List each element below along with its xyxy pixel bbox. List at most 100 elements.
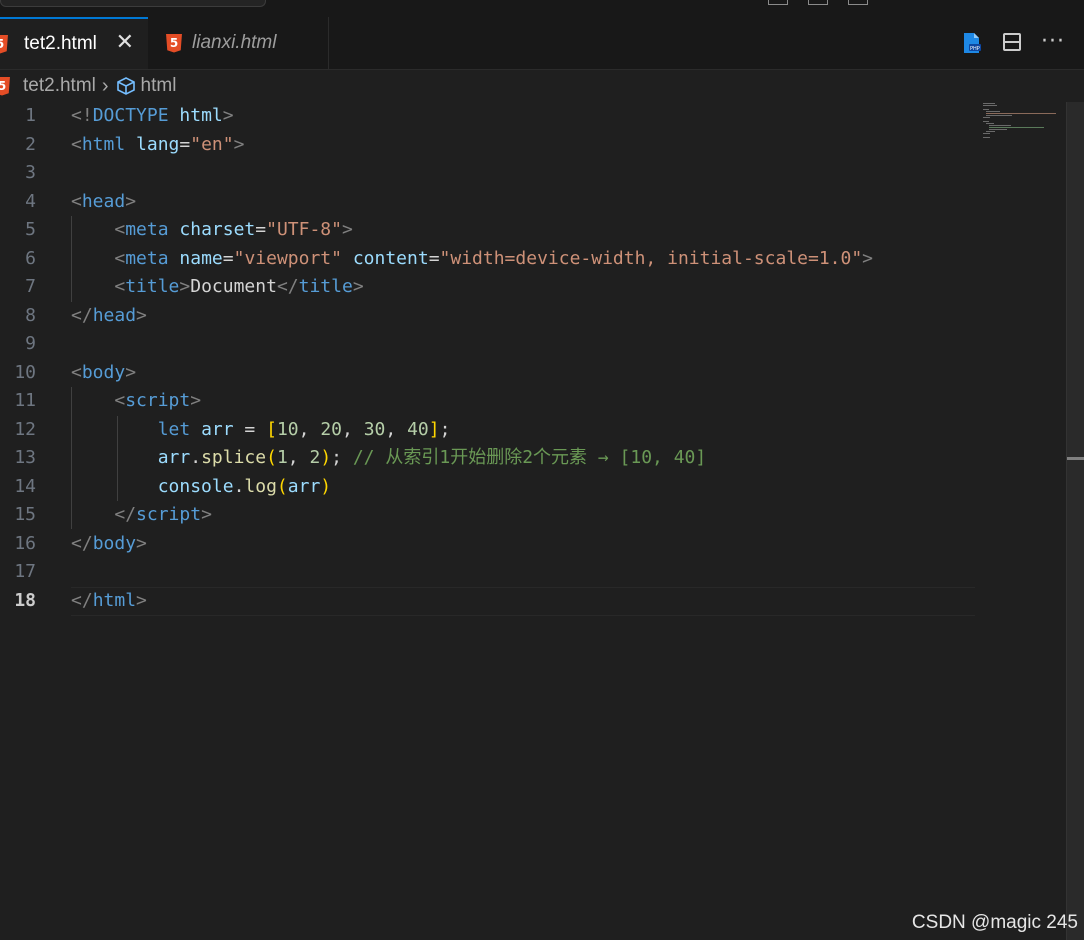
code-token: body (92, 532, 137, 554)
html5-icon: 5 (166, 33, 182, 53)
code-token: < (71, 361, 82, 383)
command-center[interactable] (0, 0, 266, 7)
code-token: // 从索引1开始删除2个元素 → [10, 40] (352, 447, 707, 468)
code-token: ) (320, 475, 332, 497)
minimap[interactable] (980, 102, 1065, 142)
code-token: DOCTYPE (92, 105, 169, 126)
code-token: </ (71, 589, 93, 611)
code-line[interactable]: 18 </html> (0, 587, 1066, 616)
tab-label: tet2.html (24, 33, 97, 54)
layout-toggle-icon[interactable] (808, 0, 828, 5)
layout-toggle-icon[interactable] (768, 0, 788, 5)
code-token: 30 (363, 418, 386, 440)
code-line[interactable]: 5 <meta charset="UTF-8"> (0, 216, 1066, 245)
line-number: 16 (14, 532, 36, 554)
code-token: > (233, 133, 245, 155)
breadcrumb-symbol[interactable]: html (141, 75, 177, 97)
code-text: arr.splice(1, 2); // 从索引1开始删除2个元素 → [10,… (71, 444, 707, 472)
tab-lianxi-html[interactable]: 5 lianxi.html (148, 17, 329, 69)
vertical-scrollbar[interactable] (1066, 102, 1084, 940)
code-token: <! (71, 105, 93, 126)
code-line[interactable]: 17 (0, 558, 1066, 587)
breadcrumb-file[interactable]: tet2.html (23, 75, 96, 97)
code-token: arr (157, 447, 191, 468)
code-token: 10 (276, 418, 299, 440)
code-token: arr (201, 418, 234, 440)
code-text: <head> (71, 188, 136, 216)
code-text: <script> (71, 387, 201, 415)
code-token: </ (114, 504, 137, 525)
code-token: > (201, 504, 212, 525)
code-editor[interactable]: 1 <!DOCTYPE html> 2 <html lang="en"> 3 4 <head… (0, 102, 1066, 940)
code-token: > (222, 105, 234, 126)
code-token: 1 (276, 447, 288, 468)
code-line[interactable]: 15 </script> (0, 501, 1066, 530)
code-token: "width=device-width, initial-scale=1.0" (439, 247, 863, 269)
close-icon[interactable]: ✕ (116, 32, 134, 54)
code-line[interactable]: 2 <html lang="en"> (0, 131, 1066, 160)
code-line[interactable]: 12 let arr = [10, 20, 30, 40]; (0, 416, 1066, 445)
code-line[interactable]: 4 <head> (0, 188, 1066, 217)
line-number: 1 (25, 105, 36, 126)
code-token: let (157, 418, 191, 440)
php-file-icon[interactable]: PHP (962, 32, 982, 54)
code-token: title (125, 276, 180, 297)
code-token: charset (179, 219, 256, 240)
code-text: </html> (71, 587, 147, 615)
split-editor-icon[interactable] (1003, 33, 1021, 51)
code-token: . (233, 475, 245, 497)
line-number: 11 (14, 390, 36, 411)
code-line[interactable]: 1 <!DOCTYPE html> (0, 102, 1066, 131)
code-text: </head> (71, 302, 147, 330)
code-line[interactable]: 3 (0, 159, 1066, 188)
line-number: 4 (25, 190, 36, 212)
line-number: 14 (14, 475, 36, 497)
code-line[interactable]: 16 </body> (0, 530, 1066, 559)
code-token: ] (428, 418, 440, 440)
code-line[interactable]: 8 </head> (0, 302, 1066, 331)
code-line[interactable]: 6 <meta name="viewport" content="width=d… (0, 245, 1066, 274)
code-line[interactable]: 9 (0, 330, 1066, 359)
code-token: ( (276, 475, 288, 497)
code-line[interactable]: 11 <script> (0, 387, 1066, 416)
line-number: 15 (14, 504, 36, 525)
code-token: html (81, 133, 126, 155)
code-token: < (114, 390, 126, 411)
more-actions-icon[interactable]: ··· (1041, 29, 1065, 54)
code-token: > (136, 589, 147, 611)
code-token: arr (287, 475, 321, 497)
code-token: 20 (320, 418, 342, 440)
line-number: 10 (14, 361, 36, 383)
code-line[interactable]: 10 <body> (0, 359, 1066, 388)
line-number: 7 (25, 276, 36, 297)
line-number: 6 (25, 247, 36, 269)
code-token: 40 (407, 418, 429, 440)
code-token: = (233, 418, 267, 440)
code-token: splice (201, 447, 267, 468)
layout-toggle-icon[interactable] (848, 0, 868, 5)
code-token: > (136, 304, 147, 326)
code-token: > (125, 361, 137, 383)
code-line[interactable]: 14 console.log(arr) (0, 473, 1066, 502)
code-token: , (287, 447, 310, 468)
code-text: <body> (71, 359, 136, 387)
code-line[interactable]: 7 <title>Document</title> (0, 273, 1066, 302)
code-token: , (385, 418, 408, 440)
breadcrumb: 5 tet2.html › html (0, 70, 176, 102)
code-text: <title>Document</title> (71, 273, 363, 301)
code-token: head (92, 304, 137, 326)
tab-tet2-html[interactable]: 5 tet2.html ✕ (0, 17, 148, 69)
code-token: lang (136, 133, 180, 155)
code-token: = (222, 247, 234, 269)
code-token: html (179, 105, 223, 126)
code-line[interactable]: 13 arr.splice(1, 2); // 从索引1开始删除2个元素 → [… (0, 444, 1066, 473)
